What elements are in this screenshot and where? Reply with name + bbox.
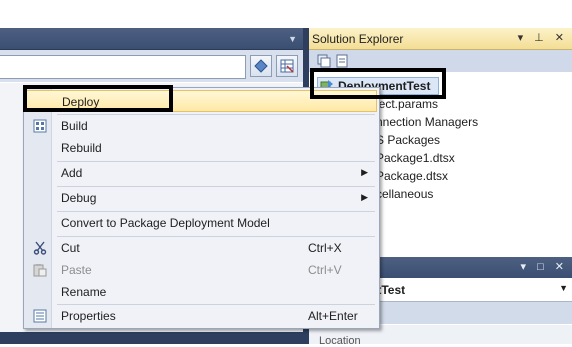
menu-item-rename[interactable]: Rename (26, 281, 377, 303)
menu-item-shortcut: Ctrl+X (308, 241, 342, 255)
menu-item-convert[interactable]: Convert to Package Deployment Model (26, 212, 377, 234)
tree-item[interactable]: cellaneous (376, 187, 433, 201)
properties-icon (32, 308, 48, 324)
menu-item-label: Rebuild (61, 141, 102, 155)
build-icon (32, 118, 48, 134)
menu-item-shortcut: Ctrl+V (308, 263, 342, 277)
menu-item-cut[interactable]: Cut Ctrl+X (26, 237, 377, 259)
solution-explorer-header: Solution Explorer ▾ ⊥ ✕ (309, 28, 572, 50)
menu-item-label: Build (61, 119, 88, 133)
context-menu: Deploy Build Rebuild Add ▶ Debug ▶ Conve… (23, 87, 380, 329)
scissors-icon (32, 240, 48, 256)
properties-category: Location (319, 335, 361, 347)
menu-item-label: Cut (61, 241, 80, 255)
window-controls[interactable]: ▾ □ ✕ (521, 260, 569, 273)
grid-icon (280, 59, 294, 73)
left-panel-header: ▼ (0, 28, 303, 50)
top-area (0, 0, 572, 28)
properties-page-icon[interactable] (335, 54, 349, 68)
callout-project (310, 68, 446, 99)
chevron-down-icon[interactable]: ▼ (288, 34, 297, 44)
submenu-arrow-icon: ▶ (361, 192, 368, 202)
chevron-down-icon[interactable]: ▼ (559, 283, 568, 293)
diamond-icon (254, 59, 268, 73)
tree-item[interactable]: nnection Managers (376, 115, 478, 129)
solution-explorer-title: Solution Explorer (312, 32, 404, 46)
left-panel-toolbar (0, 50, 303, 82)
menu-item-shortcut: Alt+Enter (308, 309, 358, 323)
left-panel-bottom-bar (0, 332, 303, 344)
tree-item[interactable]: Package1.dtsx (376, 151, 455, 165)
tree-item[interactable]: Package.dtsx (376, 169, 448, 183)
paste-icon (32, 262, 48, 278)
tree-item[interactable]: S Packages (376, 133, 440, 147)
menu-item-build[interactable]: Build (26, 115, 377, 137)
menu-item-label: Convert to Package Deployment Model (61, 216, 270, 230)
collapse-icon[interactable] (317, 54, 331, 68)
menu-item-label: Rename (61, 285, 107, 299)
menu-item-label: Add (61, 166, 83, 180)
grid-tool-button[interactable] (276, 55, 298, 77)
menu-item-add[interactable]: Add ▶ (26, 162, 377, 184)
menu-item-label: Properties (61, 309, 116, 323)
diamond-tool-button[interactable] (250, 55, 272, 77)
menu-item-label: Paste (61, 263, 92, 277)
menu-item-debug[interactable]: Debug ▶ (26, 187, 377, 209)
left-panel-field[interactable] (0, 55, 246, 79)
menu-item-label: Debug (61, 191, 97, 205)
tree-item[interactable]: ject.params (376, 97, 438, 111)
callout-deploy (23, 85, 173, 112)
submenu-arrow-icon: ▶ (361, 167, 368, 177)
menu-item-rebuild[interactable]: Rebuild (26, 137, 377, 159)
menu-item-paste[interactable]: Paste Ctrl+V (26, 259, 377, 281)
window-controls[interactable]: ▾ ⊥ ✕ (518, 31, 568, 44)
menu-item-properties[interactable]: Properties Alt+Enter (26, 305, 377, 327)
